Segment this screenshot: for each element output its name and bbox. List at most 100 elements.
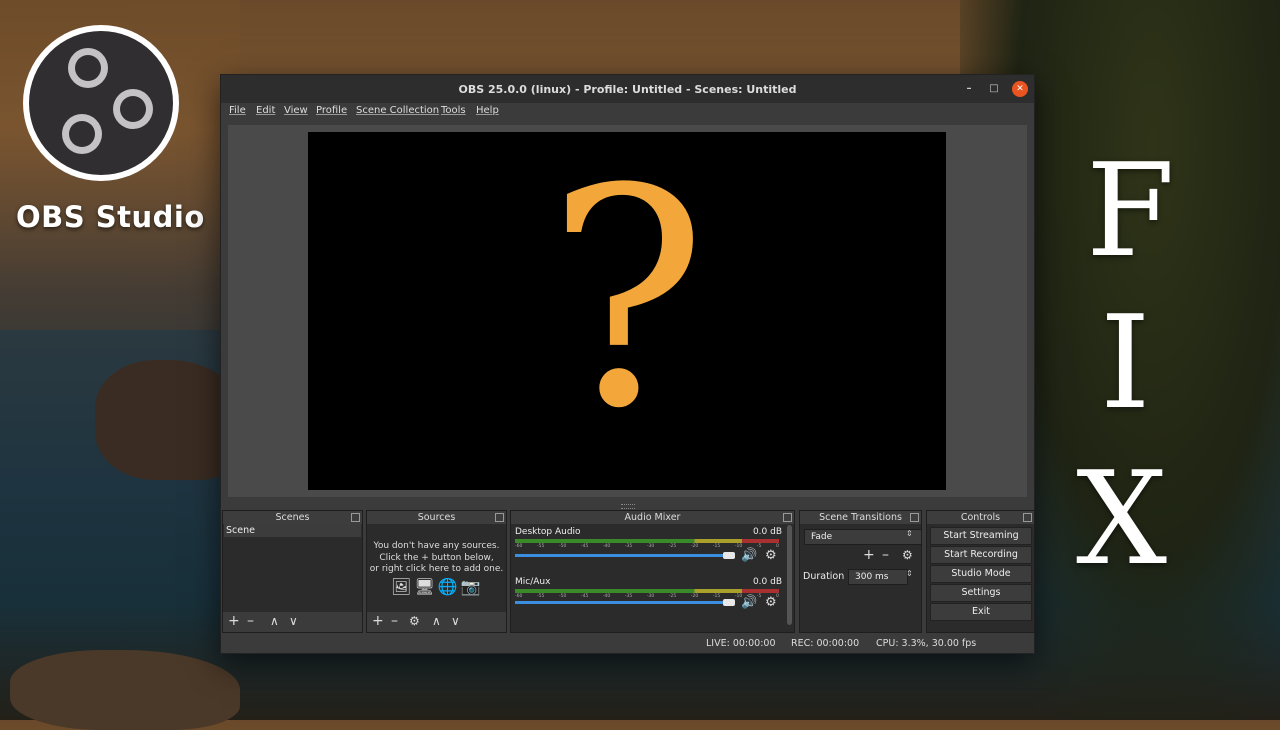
overlay-letter-f: F <box>1086 137 1175 286</box>
transition-select[interactable]: Fade <box>804 529 922 545</box>
dock-float-icon[interactable] <box>495 513 504 522</box>
dock-float-icon[interactable] <box>910 513 919 522</box>
volume-slider-handle[interactable] <box>723 599 735 606</box>
add-source-button[interactable]: + <box>372 613 384 629</box>
rec-timer: REC: 00:00:00 <box>791 638 860 649</box>
menu-file[interactable]: File <box>229 105 246 116</box>
meter-tick-label: -55 <box>536 544 545 549</box>
move-source-down-button[interactable]: ∨ <box>451 613 460 629</box>
mixer-channel-name: Desktop Audio <box>515 527 581 537</box>
preview-canvas[interactable]: ? <box>308 132 946 490</box>
speaker-icon[interactable]: 🔊 <box>741 596 757 610</box>
meter-tick-label: -25 <box>668 544 677 549</box>
controls-title: Controls <box>927 511 1034 524</box>
menu-edit[interactable]: Edit <box>256 105 275 116</box>
settings-button[interactable]: Settings <box>930 584 1032 602</box>
move-source-up-button[interactable]: ∧ <box>432 613 441 629</box>
add-scene-button[interactable]: + <box>228 613 240 629</box>
meter-tick-label: -5 <box>756 544 762 549</box>
dock-float-icon[interactable] <box>783 513 792 522</box>
start-streaming-button[interactable]: Start Streaming <box>930 527 1032 545</box>
duration-input[interactable]: 300 ms <box>848 569 908 585</box>
camera-source-icon: 📷 <box>460 577 484 596</box>
remove-transition-button[interactable]: – <box>882 547 889 563</box>
meter-tick-label: -35 <box>624 594 633 599</box>
minimize-button[interactable]: – <box>961 81 977 97</box>
menu-help[interactable]: Help <box>476 105 499 116</box>
sources-hint-line: Click the + button below, <box>379 552 494 563</box>
speaker-icon[interactable]: 🔊 <box>741 549 757 563</box>
transition-properties-button[interactable]: ⚙ <box>902 547 913 563</box>
sources-hint-line: or right click here to add one. <box>369 564 504 574</box>
volume-slider[interactable] <box>515 601 735 604</box>
gear-icon[interactable]: ⚙ <box>765 549 777 563</box>
mixer-scrollbar[interactable] <box>787 525 792 625</box>
meter-tick-label: -30 <box>646 544 655 549</box>
meter-tick-label: -15 <box>712 594 721 599</box>
dock-float-icon[interactable] <box>351 513 360 522</box>
audio-mixer-title: Audio Mixer <box>511 511 794 524</box>
remove-source-button[interactable]: – <box>391 613 398 629</box>
meter-ticks: -60 -55 -50 -45 -40 -35 -30 -25 -20 -15 -10 -5 0 <box>515 594 779 600</box>
scene-transitions-title: Scene Transitions <box>800 511 921 524</box>
menu-profile[interactable]: Profile <box>316 105 347 116</box>
meter-tick-label: -25 <box>668 594 677 599</box>
scenes-toolbar: + – ∧ ∨ <box>223 612 362 632</box>
browser-source-icon: 🌐 <box>437 577 461 596</box>
source-type-icons: 🖼🖥🌐📷 <box>391 577 483 596</box>
mixer-channel-db: 0.0 dB <box>752 577 782 587</box>
start-recording-button[interactable]: Start Recording <box>930 546 1032 564</box>
move-scene-up-button[interactable]: ∧ <box>270 613 279 629</box>
chevron-updown-icon[interactable]: ⇕ <box>906 569 913 578</box>
volume-meter <box>515 589 779 593</box>
sources-dock: Sources You don't have any sources. Clic… <box>366 510 507 633</box>
display-source-icon: 🖥 <box>414 577 438 596</box>
cpu-fps-readout: CPU: 3.3%, 30.00 fps <box>876 638 977 649</box>
obs-window: OBS 25.0.0 (linux) - Profile: Untitled -… <box>220 74 1035 654</box>
dock-float-icon[interactable] <box>1023 513 1032 522</box>
sources-empty-hint[interactable]: You don't have any sources. Click the + … <box>367 541 506 576</box>
scenes-dock-title: Scenes <box>223 511 362 524</box>
volume-slider[interactable] <box>515 554 735 557</box>
add-transition-button[interactable]: + <box>863 547 875 563</box>
menu-scene-collection[interactable]: Scene Collection <box>356 105 439 116</box>
gear-icon[interactable]: ⚙ <box>765 596 777 610</box>
scene-list-item[interactable]: Scene <box>224 524 361 537</box>
meter-tick-label: -50 <box>558 594 567 599</box>
mixer-channel-name: Mic/Aux <box>515 577 551 587</box>
volume-slider-handle[interactable] <box>723 552 735 559</box>
title-bar[interactable]: OBS 25.0.0 (linux) - Profile: Untitled -… <box>221 75 1034 103</box>
volume-meter <box>515 539 779 543</box>
sources-hint-line: You don't have any sources. <box>373 541 500 551</box>
meter-tick-label: -55 <box>536 594 545 599</box>
source-properties-button[interactable]: ⚙ <box>409 613 420 629</box>
studio-mode-button[interactable]: Studio Mode <box>930 565 1032 583</box>
meter-tick-label: -15 <box>712 544 721 549</box>
meter-tick-label: -5 <box>756 594 762 599</box>
status-bar: LIVE: 00:00:00 REC: 00:00:00 CPU: 3.3%, … <box>221 633 1034 653</box>
obs-logo-icon <box>23 25 179 181</box>
exit-button[interactable]: Exit <box>930 603 1032 621</box>
meter-tick-label: -40 <box>602 544 611 549</box>
audio-mixer-dock: Audio Mixer Desktop Audio 0.0 dB -60 -55 -… <box>510 510 795 633</box>
mixer-channel-db: 0.0 dB <box>752 527 782 537</box>
close-button[interactable]: ✕ <box>1012 81 1028 97</box>
menu-bar: File Edit View Profile Scene Collection … <box>221 103 1034 121</box>
chevron-updown-icon[interactable]: ⇕ <box>906 529 913 538</box>
meter-tick-label: -40 <box>602 594 611 599</box>
meter-tick-label: -60 <box>515 594 523 599</box>
maximize-button[interactable]: □ <box>986 81 1002 97</box>
background-rock <box>10 650 240 730</box>
menu-tools[interactable]: Tools <box>441 105 466 116</box>
meter-tick-label: -20 <box>690 594 699 599</box>
sources-dock-title: Sources <box>367 511 506 524</box>
meter-tick-label: -50 <box>558 544 567 549</box>
move-scene-down-button[interactable]: ∨ <box>289 613 298 629</box>
overlay-letter-i: I <box>1100 289 1151 438</box>
remove-scene-button[interactable]: – <box>247 613 254 629</box>
dock-splitter[interactable] <box>621 504 635 509</box>
meter-tick-label: -45 <box>580 594 589 599</box>
preview-area: ? <box>228 125 1027 497</box>
menu-view[interactable]: View <box>284 105 308 116</box>
duration-label: Duration <box>803 571 845 582</box>
